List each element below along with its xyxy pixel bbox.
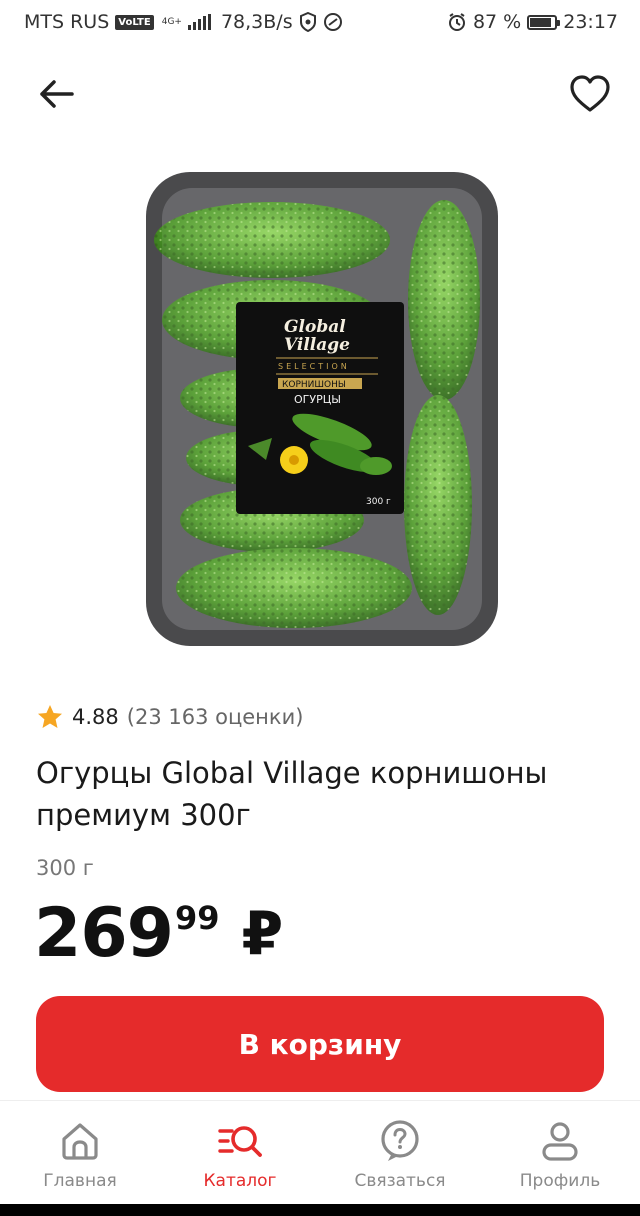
battery-percent: 87 % xyxy=(472,11,522,33)
profile-icon xyxy=(542,1122,578,1161)
alarm-icon xyxy=(448,13,465,31)
network-speed: 78,3B/s xyxy=(220,11,293,33)
network-type: 4G+ xyxy=(161,16,182,27)
clock: 23:17 xyxy=(563,11,618,33)
tab-catalog-label: Каталог xyxy=(203,1171,277,1191)
product-price: 269 99 ₽ xyxy=(34,890,283,978)
tab-profile[interactable]: Профиль xyxy=(480,1101,640,1205)
rating-score: 4.88 xyxy=(72,705,119,729)
favorite-button[interactable] xyxy=(566,72,614,116)
tab-contact-label: Связаться xyxy=(354,1171,446,1191)
price-rubles: 269 xyxy=(34,894,174,973)
star-icon xyxy=(38,705,62,728)
product-title: Огурцы Global Village корнишоны премиум … xyxy=(36,756,548,832)
tab-home-label: Главная xyxy=(43,1171,117,1191)
battery-icon xyxy=(527,14,561,30)
add-to-cart-button[interactable]: В корзину xyxy=(36,996,604,1092)
status-bar: MTS RUS VoLTE 4G+ 78,3B/s 87 % 23:17 xyxy=(0,0,640,44)
arrow-left-icon xyxy=(40,80,74,108)
price-currency: ₽ xyxy=(241,899,284,969)
cucumber-tray-illustration: Global Village SELECTION КОРНИШОНЫ ОГУРЦ… xyxy=(146,172,498,646)
signal-icon xyxy=(187,14,211,30)
home-icon xyxy=(62,1123,98,1160)
product-image: Global Village SELECTION КОРНИШОНЫ ОГУРЦ… xyxy=(144,170,500,648)
rating-count: (23 163 оценки) xyxy=(126,705,304,729)
tab-catalog[interactable]: Каталог xyxy=(160,1101,320,1205)
tab-home[interactable]: Главная xyxy=(0,1101,160,1205)
carrier-label: MTS RUS xyxy=(24,11,110,33)
product-rating[interactable]: 4.88 (23 163 оценки) xyxy=(36,703,303,731)
help-icon xyxy=(381,1120,419,1161)
svg-text:300 г: 300 г xyxy=(366,497,391,507)
heart-icon xyxy=(570,75,610,112)
svg-text:КОРНИШОНЫ: КОРНИШОНЫ xyxy=(282,380,346,390)
price-kopecks: 99 xyxy=(174,899,220,937)
catalog-search-icon xyxy=(218,1126,262,1157)
tab-profile-label: Профиль xyxy=(519,1171,601,1191)
tab-contact[interactable]: Связаться xyxy=(320,1101,480,1205)
svg-text:ОГУРЦЫ: ОГУРЦЫ xyxy=(294,393,341,406)
svg-text:SELECTION: SELECTION xyxy=(278,362,350,371)
top-nav xyxy=(0,68,640,118)
svg-text:Village: Village xyxy=(284,335,350,355)
back-button[interactable] xyxy=(34,72,78,116)
bottom-nav: Главная Каталог Связаться Профиль xyxy=(0,1100,640,1205)
system-nav-strip xyxy=(0,1204,640,1216)
status-left: MTS RUS VoLTE 4G+ 78,3B/s xyxy=(24,11,343,33)
shield-icon xyxy=(299,12,316,32)
status-right: 87 % 23:17 xyxy=(447,11,618,33)
product-weight: 300 г xyxy=(36,856,94,880)
volte-badge: VoLTE xyxy=(115,14,154,30)
sync-icon xyxy=(323,13,342,31)
svg-text:Global: Global xyxy=(284,317,346,337)
